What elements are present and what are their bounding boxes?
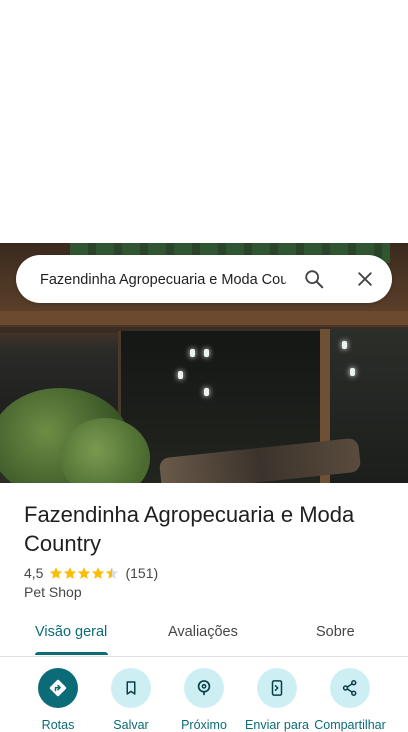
- review-count: (151): [125, 565, 159, 581]
- share-icon: [330, 668, 370, 708]
- search-input[interactable]: Fazendinha Agropecuaria e Moda Country: [40, 269, 286, 291]
- ceiling-light: [204, 349, 209, 357]
- ceiling-light: [190, 349, 195, 357]
- place-title: Fazendinha Agropecuaria e Moda Country: [24, 502, 355, 556]
- share-label: Compartilhar: [314, 718, 386, 732]
- ceiling-light: [342, 341, 347, 349]
- directions-label: Rotas: [41, 718, 75, 732]
- send-to-phone-button[interactable]: Enviar para: [237, 668, 317, 732]
- nearby-button[interactable]: Próximo: [164, 668, 244, 732]
- save-button[interactable]: Salvar: [91, 668, 171, 732]
- directions-icon: [38, 668, 78, 708]
- roof-beam: [0, 311, 408, 325]
- ceiling-light: [178, 371, 183, 379]
- action-bar: Rotas Salvar Próximo Enviar para Compart…: [0, 668, 408, 732]
- active-tab-indicator: [35, 652, 108, 655]
- save-label: Salvar: [113, 718, 149, 732]
- directions-button[interactable]: Rotas: [18, 668, 98, 732]
- tab-about[interactable]: Sobre: [316, 624, 355, 640]
- tab-reviews[interactable]: Avaliações: [168, 624, 238, 640]
- ceiling-light: [350, 368, 355, 376]
- send-to-phone-icon: [257, 668, 297, 708]
- nearby-label: Próximo: [181, 718, 227, 732]
- place-tabs: Visão geral Avaliações Sobre: [0, 612, 408, 657]
- star-icon: [64, 567, 77, 579]
- search-bar[interactable]: Fazendinha Agropecuaria e Moda Country: [16, 255, 392, 303]
- star-icon: [50, 567, 63, 579]
- star-icon: [78, 567, 91, 579]
- place-category[interactable]: Pet Shop: [24, 584, 82, 600]
- share-button[interactable]: Compartilhar: [310, 668, 390, 732]
- nearby-icon: [184, 668, 224, 708]
- star-icon: [92, 567, 105, 579]
- half-star-icon: [106, 567, 119, 579]
- star-rating: [49, 566, 119, 580]
- rating-value: 4,5: [24, 565, 44, 581]
- ceiling-light: [204, 388, 209, 396]
- send-to-phone-label: Enviar para: [245, 718, 309, 732]
- search-icon[interactable]: [300, 265, 328, 293]
- tab-overview[interactable]: Visão geral: [35, 624, 107, 640]
- rating-row[interactable]: 4,5 (151): [24, 564, 158, 582]
- bookmark-icon: [111, 668, 151, 708]
- close-icon[interactable]: [351, 265, 379, 293]
